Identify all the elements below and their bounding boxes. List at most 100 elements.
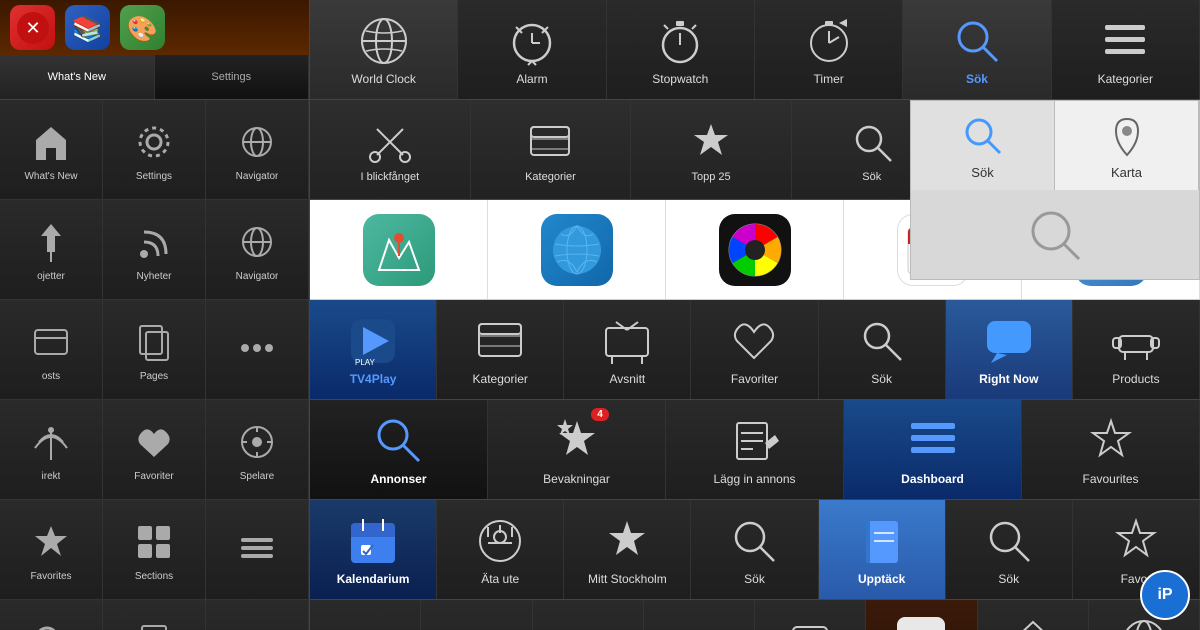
tray2-icon [473, 313, 528, 368]
kal-sok2-label: Sök [998, 572, 1019, 586]
heart3-icon [449, 621, 504, 630]
tv4-cell-tv4play[interactable]: PLAY TV4Play [310, 300, 437, 399]
left-cell-star[interactable]: Favorites [0, 500, 103, 600]
cell-label: Favoriter [134, 471, 173, 482]
appstore-cell-topp25[interactable]: Topp 25 [631, 100, 792, 199]
tv4-cell-products[interactable]: Products [1073, 300, 1200, 399]
app-icon-green: 🎨 [120, 5, 165, 50]
search-panel-tab-karta[interactable]: Karta [1055, 101, 1199, 190]
cell-label: Settings [136, 171, 172, 182]
search-panel: Sök Karta [910, 100, 1200, 280]
app-cell-maps[interactable] [310, 200, 488, 299]
kal-cell-sok2[interactable]: Sök [946, 500, 1073, 599]
rightnow-label: Right Now [979, 372, 1038, 386]
left-cell-navigator[interactable]: Navigator [206, 100, 309, 200]
tab-whats-new[interactable]: What's New [0, 55, 155, 99]
bevakningar-label: Bevakningar [543, 472, 610, 486]
cell-label: osts [42, 371, 60, 382]
tv4-cell-rightnow[interactable]: Right Now [946, 300, 1073, 399]
cell-label: Spelare [240, 471, 274, 482]
tv4-cell-avsnitt[interactable]: Avsnitt [564, 300, 691, 399]
kal-cell-ata[interactable]: Äta ute [437, 500, 564, 599]
left-cell-settings[interactable]: Settings [103, 100, 206, 200]
timer-label: Timer [814, 72, 844, 86]
colorwheel-app-icon [719, 214, 791, 286]
star-appstore-icon [686, 117, 736, 167]
kal-cell-sok[interactable]: Sök [691, 500, 818, 599]
left-cell-dots[interactable] [206, 300, 309, 400]
ann-cell-favourites[interactable]: Favourites [1022, 400, 1200, 499]
left-cell-antenna[interactable]: irekt [0, 400, 103, 500]
kal-cell-kalendarium[interactable]: Kalendarium [310, 500, 437, 599]
left-cell-pages[interactable]: Pages [103, 300, 206, 400]
cell-label: Navigator [236, 271, 279, 282]
bot-cell-message[interactable] [644, 600, 755, 630]
left-cell-sections[interactable]: Sections [103, 500, 206, 600]
kategorier-icon [1098, 13, 1153, 68]
clock-cell-alarm[interactable]: Alarm [458, 0, 606, 99]
more-icon [232, 523, 282, 573]
bot-cell-people[interactable] [310, 600, 421, 630]
appstore-cell-blickfanget[interactable]: I blickfånget [310, 100, 471, 199]
people-icon [338, 621, 393, 630]
app-icon-blue: 📚 [65, 5, 110, 50]
bot-cell-camera[interactable] [533, 600, 644, 630]
left-cell-post[interactable]: osts [0, 300, 103, 400]
search-dark-icon [371, 413, 426, 468]
kal-cell-mitt[interactable]: Mitt Stockholm [564, 500, 691, 599]
clock-cell-stopwatch[interactable]: Stopwatch [607, 0, 755, 99]
bot-cell-contacts[interactable] [755, 600, 866, 630]
alarm-label: Alarm [516, 72, 547, 86]
kategorier-label: Kategorier [1098, 72, 1153, 86]
kal-cell-upptack[interactable]: Upptäck [819, 500, 946, 599]
chat-blue-icon [981, 313, 1036, 368]
bot-cell-hitta[interactable]: Hitta butik [978, 600, 1089, 630]
left-cell-globe2[interactable]: Navigator [206, 200, 309, 300]
ann-cell-annonser[interactable]: Annonser [310, 400, 488, 499]
ip-badge[interactable]: iP [1140, 570, 1190, 620]
tv4-cell-kategorier[interactable]: Kategorier [437, 300, 564, 399]
heart2-icon [727, 313, 782, 368]
left-cell-home[interactable]: What's New [0, 100, 103, 200]
more2-icon [232, 617, 282, 630]
ann-cell-bevakningar[interactable]: 4 Bevakningar [488, 400, 666, 499]
tv4-cell-favoriter[interactable]: Favoriter [691, 300, 818, 399]
ann-cell-lagg[interactable]: Lägg in annons [666, 400, 844, 499]
search-panel-tab-sok[interactable]: Sök [911, 101, 1055, 190]
clock-cell-kategorier[interactable]: Kategorier [1052, 0, 1200, 99]
ann-cell-dashboard[interactable]: Dashboard [844, 400, 1022, 499]
globe-icon [232, 117, 282, 167]
appstore-cell-kategorier[interactable]: Kategorier [471, 100, 632, 199]
stopwatch-icon [653, 13, 708, 68]
dashboard-label: Dashboard [901, 472, 964, 486]
left-cell-heart[interactable]: Favoriter [103, 400, 206, 500]
left-tab-bar: What's New Settings [0, 55, 309, 100]
tv4play-icon: PLAY [346, 313, 401, 368]
stars-icon: 4 [549, 413, 604, 468]
app-cell-colorwheel[interactable] [666, 200, 844, 299]
hm-icon: H&M [894, 614, 949, 630]
left-cell-more[interactable] [206, 500, 309, 600]
left-cell-more2[interactable]: More [206, 600, 309, 630]
search-panel-tab-label: Karta [1111, 165, 1142, 180]
left-cell-pushpin[interactable]: ojetter [0, 200, 103, 300]
tv4-cell-sok[interactable]: Sök [819, 300, 946, 399]
left-cell-favorites[interactable]: Favorites [103, 600, 206, 630]
clock-cell-worldclock[interactable]: World Clock [310, 0, 458, 99]
left-cell-player[interactable]: Spelare [206, 400, 309, 500]
app-cell-globe[interactable] [488, 200, 666, 299]
star3-icon [600, 513, 655, 568]
cal-blue-icon [346, 513, 401, 568]
bot-cell-heart[interactable] [421, 600, 532, 630]
clock-cell-timer[interactable]: Timer [755, 0, 903, 99]
left-grid: What's New Settings Navigator [0, 100, 309, 630]
tab-settings[interactable]: Settings [155, 55, 310, 99]
ata-label: Äta ute [481, 572, 519, 586]
clock-cell-sok[interactable]: Sök [903, 0, 1051, 99]
left-cell-rss[interactable]: Nyheter [103, 200, 206, 300]
bot-cell-hm[interactable]: H&M Hem [866, 600, 977, 630]
stopwatch-label: Stopwatch [652, 72, 708, 86]
player-icon [232, 417, 282, 467]
search-panel-tab-label: Sök [971, 165, 993, 180]
left-cell-search[interactable]: Search [0, 600, 103, 630]
